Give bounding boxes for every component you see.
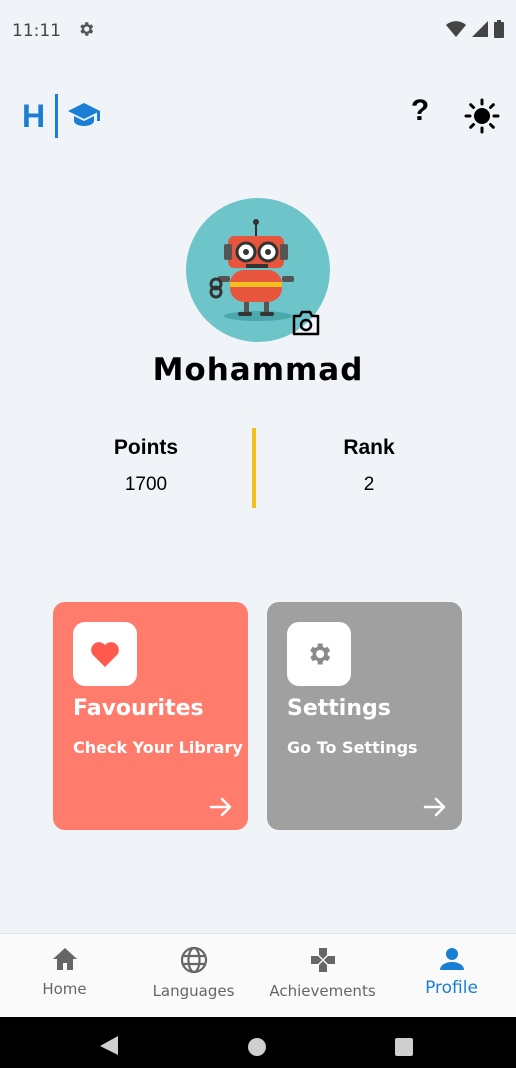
settings-card[interactable]: Settings Go To Settings — [267, 602, 462, 830]
points-stat: Points 1700 — [46, 436, 246, 496]
graduation-cap-icon — [68, 101, 101, 131]
person-icon — [439, 948, 464, 970]
sun-icon — [464, 98, 500, 134]
globe-icon — [180, 946, 207, 974]
status-time: 11:11 — [12, 21, 61, 41]
home-system-icon[interactable] — [248, 1038, 266, 1056]
favourites-title: Favourites — [73, 696, 204, 721]
settings-status-icon — [77, 20, 95, 43]
nav-item-achievements[interactable]: Achievements — [258, 934, 387, 1017]
points-value: 1700 — [124, 474, 168, 495]
stats-divider — [252, 428, 256, 508]
change-photo-button[interactable] — [290, 308, 322, 338]
profile-name: Mohammad — [152, 352, 364, 388]
back-icon[interactable] — [100, 1036, 118, 1055]
bottom-nav: Home Languages Achievements Profile — [0, 933, 516, 1017]
gamepad-icon — [310, 948, 335, 972]
nav-item-languages[interactable]: Languages — [129, 934, 258, 1017]
arrow-right-icon — [209, 797, 232, 817]
nav-item-home[interactable]: Home — [0, 934, 129, 1017]
system-nav-bar — [0, 1017, 516, 1068]
favourites-subtitle: Check Your Library — [73, 738, 243, 757]
settings-icon-box — [287, 622, 351, 686]
settings-title: Settings — [287, 696, 391, 721]
help-button[interactable]: ? — [403, 94, 437, 138]
app-header: H ? — [0, 90, 516, 146]
wifi-icon — [446, 20, 466, 42]
settings-subtitle: Go To Settings — [287, 738, 418, 757]
gear-icon — [310, 643, 331, 665]
signal-icon — [472, 20, 488, 42]
camera-icon — [292, 310, 320, 336]
heart-icon — [91, 642, 119, 667]
favourites-card[interactable]: Favourites Check Your Library — [53, 602, 248, 830]
points-label: Points — [113, 436, 179, 459]
app-logo: H — [22, 94, 101, 138]
nav-label-achievements: Achievements — [269, 982, 376, 1000]
nav-item-profile[interactable]: Profile — [387, 934, 516, 1017]
favourites-icon-box — [73, 622, 137, 686]
nav-label-profile: Profile — [425, 978, 478, 998]
rank-label: Rank — [343, 436, 395, 459]
logo-letter: H — [22, 97, 46, 134]
rank-stat: Rank 2 — [269, 436, 469, 496]
rank-value: 2 — [363, 474, 375, 495]
home-icon — [52, 948, 77, 970]
logo-divider — [55, 94, 59, 138]
recents-icon[interactable] — [395, 1038, 413, 1056]
nav-label-home: Home — [42, 980, 87, 998]
nav-label-languages: Languages — [152, 982, 235, 1000]
arrow-right-icon — [423, 797, 446, 817]
theme-toggle-button[interactable] — [464, 98, 500, 134]
status-bar: 11:11 — [0, 0, 516, 62]
battery-icon — [494, 19, 504, 43]
